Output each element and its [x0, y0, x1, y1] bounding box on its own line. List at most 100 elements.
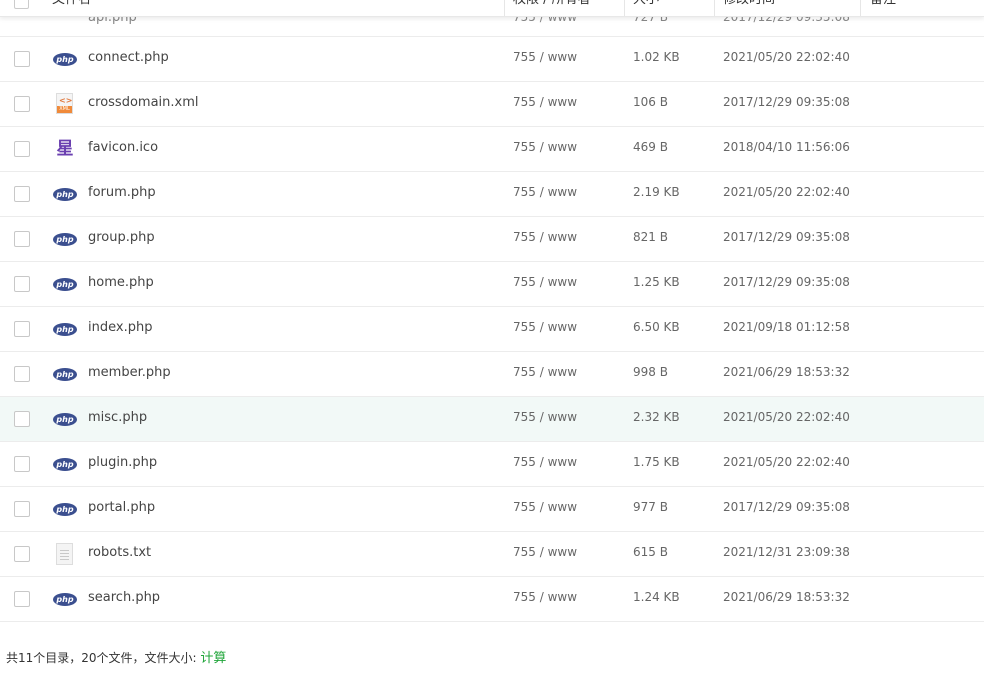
file-perm[interactable]: 755 / www	[513, 50, 577, 64]
xml-icon: <> XML	[52, 93, 78, 115]
file-name[interactable]: plugin.php	[88, 455, 157, 470]
table-row[interactable]: php search.php 755 / www 1.24 KB 2021/06/29 …	[0, 577, 984, 622]
file-name[interactable]: home.php	[88, 275, 154, 290]
row-checkbox[interactable]	[14, 366, 30, 382]
file-size: 2.32 KB	[633, 410, 680, 424]
file-mtime: 2021/05/20 22:02:40	[723, 410, 850, 424]
file-name[interactable]: crossdomain.xml	[88, 95, 199, 110]
table-header: 文件名 权限 / 所有者 大小 修改时间 备注	[0, 0, 984, 17]
file-perm[interactable]: 755 / www	[513, 185, 577, 199]
column-divider	[504, 0, 505, 16]
file-mtime: 2017/12/29 09:35:08	[723, 95, 850, 109]
column-header-name[interactable]: 文件名	[52, 0, 91, 16]
table-row[interactable]: php forum.php 755 / www 2.19 KB 2021/05/20 2…	[0, 172, 984, 217]
row-checkbox[interactable]	[14, 411, 30, 427]
calculate-size-link[interactable]: 计算	[200, 651, 226, 666]
table-row[interactable]: php connect.php 755 / www 1.02 KB 2021/05/20…	[0, 37, 984, 82]
php-icon: php	[52, 318, 78, 340]
row-checkbox[interactable]	[14, 96, 30, 112]
table-row[interactable]: php index.php 755 / www 6.50 KB 2021/09/18 0…	[0, 307, 984, 352]
file-perm[interactable]: 755 / www	[513, 230, 577, 244]
row-checkbox[interactable]	[14, 591, 30, 607]
file-size: 469 B	[633, 140, 668, 154]
php-icon: php	[52, 363, 78, 385]
table-row[interactable]: php misc.php 755 / www 2.32 KB 2021/05/20 22…	[0, 397, 984, 442]
table-row[interactable]: php portal.php 755 / www 977 B 2017/12/29 09…	[0, 487, 984, 532]
row-checkbox[interactable]	[14, 51, 30, 67]
file-mtime: 2021/09/18 01:12:58	[723, 320, 850, 334]
row-checkbox[interactable]	[14, 321, 30, 337]
file-name[interactable]: member.php	[88, 365, 171, 380]
table-row[interactable]: php plugin.php 755 / www 1.75 KB 2021/05/20 …	[0, 442, 984, 487]
file-perm[interactable]: 755 / www	[513, 95, 577, 109]
file-size: 977 B	[633, 500, 668, 514]
file-mtime: 2018/04/10 11:56:06	[723, 140, 850, 154]
php-icon: php	[52, 408, 78, 430]
file-perm[interactable]: 755 / www	[513, 320, 577, 334]
php-icon: php	[52, 48, 78, 70]
row-checkbox[interactable]	[14, 276, 30, 292]
table-row[interactable]: 星 favicon.ico 755 / www 469 B 2018/04/10 11:…	[0, 127, 984, 172]
file-perm[interactable]: 755 / www	[513, 545, 577, 559]
file-mtime: 2021/06/29 18:53:32	[723, 365, 850, 379]
file-name[interactable]: robots.txt	[88, 545, 151, 560]
row-checkbox[interactable]	[14, 501, 30, 517]
txt-icon	[52, 543, 78, 565]
file-table-body: php connect.php 755 / www 1.02 KB 2021/05/20…	[0, 37, 984, 622]
file-size: 1.75 KB	[633, 455, 680, 469]
php-icon: php	[52, 273, 78, 295]
row-checkbox[interactable]	[14, 231, 30, 247]
row-checkbox[interactable]	[14, 141, 30, 157]
file-size: 6.50 KB	[633, 320, 680, 334]
file-perm[interactable]: 755 / www	[513, 590, 577, 604]
php-icon: php	[52, 228, 78, 250]
php-icon: php	[52, 588, 78, 610]
file-name[interactable]: group.php	[88, 230, 155, 245]
file-name[interactable]: forum.php	[88, 185, 156, 200]
file-perm[interactable]: 755 / www	[513, 365, 577, 379]
file-size: 1.25 KB	[633, 275, 680, 289]
row-checkbox[interactable]	[14, 186, 30, 202]
file-perm[interactable]: 755 / www	[513, 500, 577, 514]
table-row[interactable]: <> XML crossdomain.xml 755 / www 106 B 2017/1…	[0, 82, 984, 127]
file-mtime: 2021/06/29 18:53:32	[723, 590, 850, 604]
file-name[interactable]: connect.php	[88, 50, 169, 65]
file-name[interactable]: misc.php	[88, 410, 147, 425]
php-icon: php	[52, 498, 78, 520]
php-icon: php	[52, 453, 78, 475]
file-mtime: 2021/12/31 23:09:38	[723, 545, 850, 559]
table-row[interactable]: php group.php 755 / www 821 B 2017/12/29 09:…	[0, 217, 984, 262]
column-header-mtime[interactable]: 修改时间	[723, 0, 775, 16]
file-size: 106 B	[633, 95, 668, 109]
file-perm[interactable]: 755 / www	[513, 455, 577, 469]
file-size: 615 B	[633, 545, 668, 559]
file-mtime: 2021/05/20 22:02:40	[723, 185, 850, 199]
table-row[interactable]: robots.txt 755 / www 615 B 2021/12/31 23:09…	[0, 532, 984, 577]
column-header-note: 备注	[870, 0, 896, 16]
file-name[interactable]: portal.php	[88, 500, 155, 515]
footer-summary: 共11个目录，20个文件，文件大小: 计算	[6, 647, 226, 666]
file-perm[interactable]: 755 / www	[513, 410, 577, 424]
file-size: 821 B	[633, 230, 668, 244]
row-checkbox[interactable]	[14, 456, 30, 472]
file-name[interactable]: favicon.ico	[88, 140, 158, 155]
file-mtime: 2017/12/29 09:35:08	[723, 230, 850, 244]
file-name[interactable]: index.php	[88, 320, 152, 335]
column-header-size[interactable]: 大小	[633, 0, 659, 16]
column-header-perm[interactable]: 权限 / 所有者	[513, 0, 591, 16]
column-divider	[714, 0, 715, 16]
file-size: 2.19 KB	[633, 185, 680, 199]
file-perm[interactable]: 755 / www	[513, 140, 577, 154]
file-perm[interactable]: 755 / www	[513, 275, 577, 289]
row-checkbox[interactable]	[14, 546, 30, 562]
column-divider	[860, 0, 861, 16]
file-name[interactable]: search.php	[88, 590, 160, 605]
file-size: 998 B	[633, 365, 668, 379]
select-all-checkbox[interactable]	[14, 0, 29, 9]
column-divider	[624, 0, 625, 16]
file-mtime: 2021/05/20 22:02:40	[723, 50, 850, 64]
table-row[interactable]: php member.php 755 / www 998 B 2021/06/29 18…	[0, 352, 984, 397]
table-row[interactable]: php home.php 755 / www 1.25 KB 2017/12/29 09…	[0, 262, 984, 307]
ico-icon: 星	[56, 139, 74, 159]
file-size: 1.24 KB	[633, 590, 680, 604]
